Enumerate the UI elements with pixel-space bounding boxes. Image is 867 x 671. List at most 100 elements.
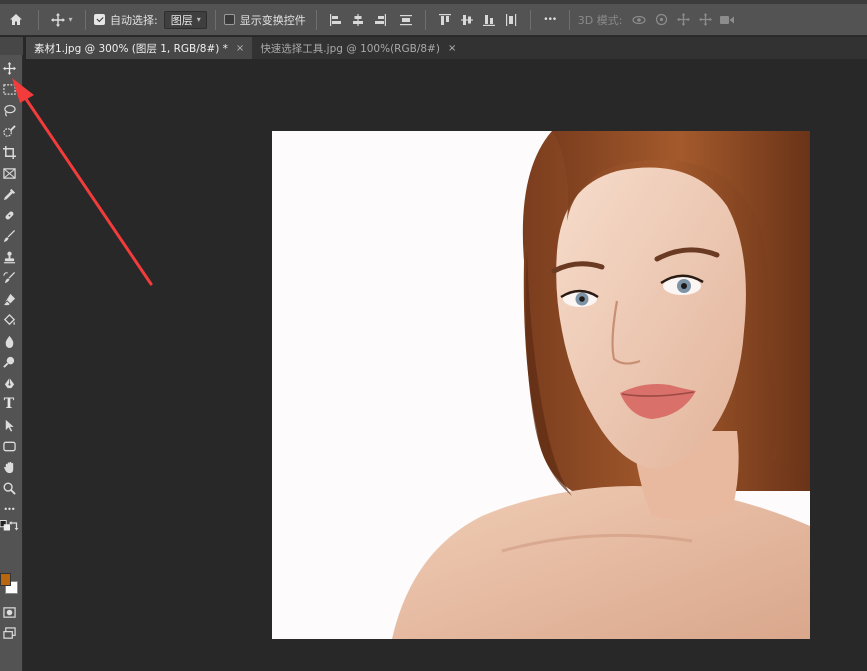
swap-arrows-icon bbox=[9, 520, 19, 530]
rectangle-marquee-icon bbox=[2, 83, 16, 95]
align-left-icon bbox=[329, 13, 341, 26]
swap-colors-button[interactable] bbox=[9, 520, 19, 530]
eyedropper-tool[interactable] bbox=[0, 185, 18, 203]
3d-pan-button[interactable] bbox=[672, 9, 694, 31]
quick-mask-button[interactable] bbox=[0, 603, 18, 621]
healing-brush-tool[interactable] bbox=[0, 206, 18, 224]
clone-stamp-tool[interactable] bbox=[0, 248, 18, 266]
document-tab-bar: 素材1.jpg @ 300% (图层 1, RGB/8#) * × 快速选择工具… bbox=[26, 37, 867, 59]
eyedropper-icon bbox=[3, 188, 15, 200]
paint-bucket-tool[interactable] bbox=[0, 311, 18, 329]
align-center-icon bbox=[352, 13, 363, 26]
stamp-icon bbox=[3, 251, 15, 263]
screen-mode-icon bbox=[2, 626, 16, 639]
zoom-tool[interactable] bbox=[0, 479, 18, 497]
document-canvas[interactable] bbox=[272, 131, 810, 639]
type-icon: T bbox=[3, 396, 15, 412]
separator bbox=[38, 9, 39, 30]
auto-select-dropdown[interactable]: 图层 ▾ bbox=[163, 10, 207, 29]
align-vertical-centers-button[interactable] bbox=[456, 9, 478, 31]
auto-select-label: 自动选择: bbox=[110, 13, 158, 27]
move-icon bbox=[51, 12, 66, 27]
quick-selection-tool[interactable] bbox=[0, 122, 18, 140]
orbit-icon bbox=[632, 15, 647, 24]
distribute-horizontal-icon bbox=[505, 13, 516, 26]
slide-icon bbox=[698, 13, 712, 26]
blur-tool[interactable] bbox=[0, 332, 18, 350]
frame-tool[interactable] bbox=[0, 164, 18, 182]
brush-tool[interactable] bbox=[0, 227, 18, 245]
align-bottom-icon bbox=[482, 14, 495, 26]
chevron-down-icon: ▾ bbox=[196, 15, 201, 24]
path-selection-tool[interactable] bbox=[0, 416, 18, 434]
history-brush-tool[interactable] bbox=[0, 269, 18, 287]
eraser-tool[interactable] bbox=[0, 290, 18, 308]
align-horizontal-centers-button[interactable] bbox=[347, 9, 369, 31]
more-icon: ••• bbox=[3, 504, 15, 514]
foreground-color-swatch[interactable] bbox=[0, 573, 11, 586]
bandage-icon bbox=[5, 211, 13, 219]
brush-icon bbox=[3, 229, 15, 242]
portrait-photo bbox=[272, 131, 810, 639]
align-left-edges-button[interactable] bbox=[325, 9, 347, 31]
frame-icon bbox=[2, 167, 16, 179]
more-tools-button[interactable]: ••• bbox=[0, 500, 18, 518]
distribute-icon bbox=[399, 14, 412, 25]
move-tool[interactable] bbox=[0, 59, 18, 77]
align-middle-icon bbox=[460, 14, 473, 25]
distribute-vertical-button[interactable] bbox=[395, 9, 417, 31]
options-bar: ▾ 自动选择: 图层 ▾ 显示变换控件 ••• 3D 模式: bbox=[0, 4, 867, 36]
pen-icon bbox=[4, 377, 14, 388]
lasso-icon bbox=[3, 104, 16, 116]
paint-bucket-icon bbox=[3, 313, 15, 325]
roll-icon bbox=[655, 13, 668, 26]
move-tool-preset-picker[interactable]: ▾ bbox=[47, 9, 77, 31]
more-icon: ••• bbox=[543, 14, 557, 25]
screen-mode-button[interactable] bbox=[0, 624, 18, 642]
pan-icon bbox=[676, 13, 690, 26]
video-camera-icon bbox=[720, 15, 735, 24]
quick-mask-icon bbox=[2, 606, 16, 618]
separator bbox=[85, 9, 86, 30]
3d-scale-button[interactable] bbox=[716, 9, 738, 31]
shape-tool[interactable] bbox=[0, 437, 18, 455]
crop-tool[interactable] bbox=[0, 143, 18, 161]
show-transform-checkbox[interactable] bbox=[223, 14, 235, 25]
align-right-icon bbox=[374, 13, 386, 26]
tab-document-2[interactable]: 快速选择工具.jpg @ 100%(RGB/8#) × bbox=[252, 37, 465, 59]
3d-orbit-button[interactable] bbox=[628, 9, 650, 31]
hand-tool[interactable] bbox=[0, 458, 18, 476]
align-top-edges-button[interactable] bbox=[434, 9, 456, 31]
chevron-down-icon: ▾ bbox=[68, 15, 73, 24]
home-icon[interactable] bbox=[2, 9, 30, 31]
3d-roll-button[interactable] bbox=[650, 9, 672, 31]
cursor-arrow-icon bbox=[5, 419, 14, 432]
panel-grip[interactable] bbox=[0, 37, 23, 55]
dodge-tool[interactable] bbox=[0, 353, 18, 371]
lasso-tool[interactable] bbox=[0, 101, 18, 119]
tab-document-1[interactable]: 素材1.jpg @ 300% (图层 1, RGB/8#) * × bbox=[26, 37, 253, 59]
close-icon[interactable]: × bbox=[448, 43, 456, 54]
dodge-icon bbox=[2, 356, 14, 368]
magnifier-icon bbox=[3, 482, 16, 495]
3d-mode-label: 3D 模式: bbox=[577, 13, 623, 27]
separator bbox=[424, 9, 426, 30]
align-right-edges-button[interactable] bbox=[369, 9, 391, 31]
marquee-tool[interactable] bbox=[0, 80, 18, 98]
align-bottom-edges-button[interactable] bbox=[478, 9, 500, 31]
type-tool[interactable]: T bbox=[0, 395, 18, 413]
separator bbox=[568, 9, 570, 30]
more-options-button[interactable]: ••• bbox=[539, 9, 561, 31]
show-transform-label: 显示变换控件 bbox=[239, 13, 306, 27]
close-icon[interactable]: × bbox=[236, 43, 244, 54]
pen-tool[interactable] bbox=[0, 374, 18, 392]
auto-select-value: 图层 bbox=[170, 13, 193, 27]
hand-icon bbox=[3, 461, 13, 473]
separator bbox=[214, 9, 216, 30]
tab-label: 素材1.jpg @ 300% (图层 1, RGB/8#) * bbox=[34, 42, 228, 55]
auto-select-checkbox[interactable] bbox=[94, 14, 105, 25]
tools-panel: T ••• bbox=[0, 37, 23, 671]
distribute-horizontal-button[interactable] bbox=[500, 9, 522, 31]
eraser-icon bbox=[3, 293, 15, 305]
3d-slide-button[interactable] bbox=[694, 9, 716, 31]
